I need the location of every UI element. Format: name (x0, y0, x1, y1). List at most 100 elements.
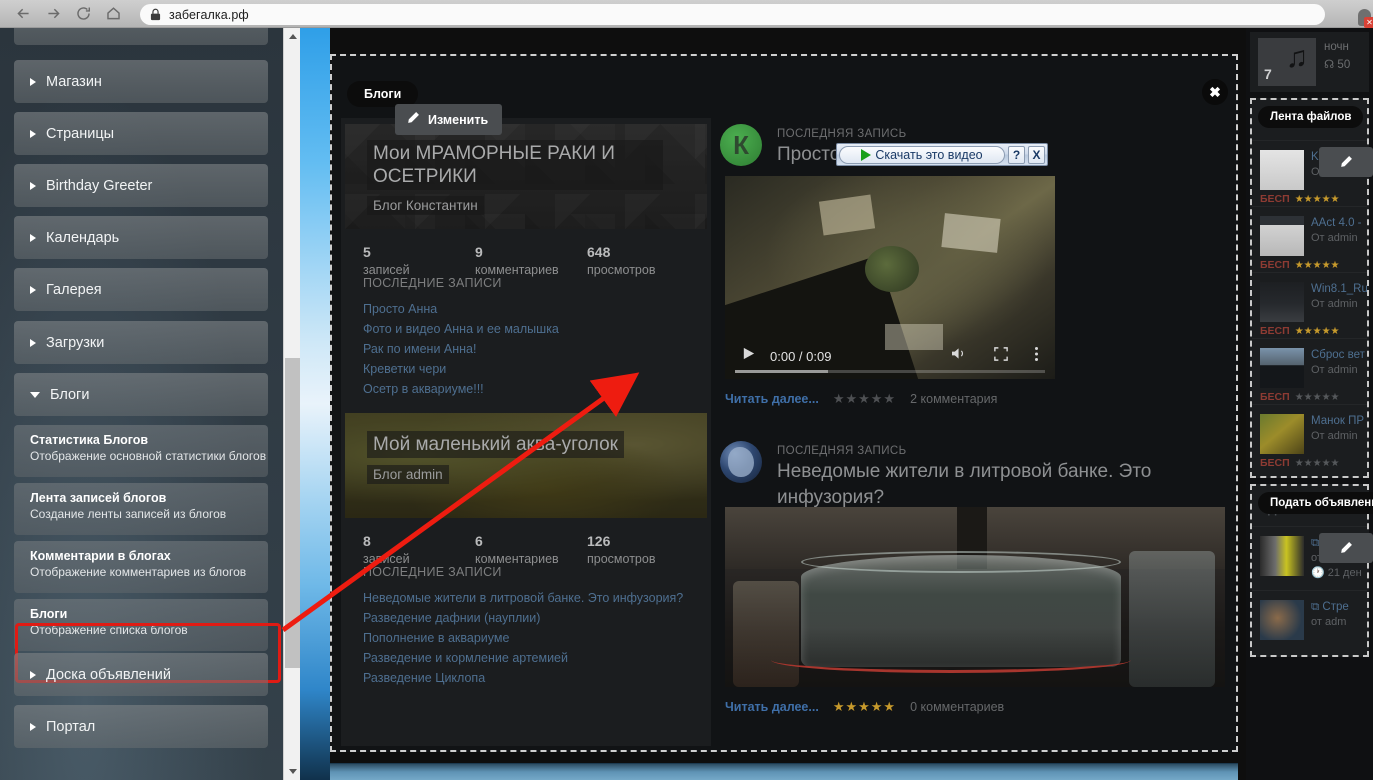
file-title[interactable]: Win8.1_Ru (1311, 282, 1367, 297)
blog-title: Мои МРАМОРНЫЕ РАКИ И ОСЕТРИКИ (367, 140, 663, 190)
post-ad-button[interactable]: Подать объявлени (1258, 492, 1373, 514)
file-item[interactable]: Манок ПР От admin (1252, 404, 1367, 463)
read-more-link[interactable]: Читать далее... (725, 700, 819, 714)
video-player[interactable]: 0:00 / 0:09 (725, 176, 1055, 379)
recent-post-link[interactable]: Разведение дафнии (науплии) (363, 608, 711, 628)
stat-label: просмотров (587, 263, 656, 277)
recent-post-link[interactable]: Осетр в аквариуме!!! (363, 379, 711, 399)
recent-post-link[interactable]: Рак по имени Анна! (363, 339, 711, 359)
stat-views: 126 просмотров (587, 532, 699, 568)
file-author: От admin (1311, 298, 1358, 310)
stat-label: записей (363, 263, 410, 277)
blog-card[interactable]: Мой маленький аква-уголок Блог admin 8 з… (341, 413, 711, 688)
scrollbar-down-arrow-icon[interactable] (284, 763, 301, 780)
post-image[interactable] (725, 507, 1232, 687)
posts-column: К ПОСЛЕДНЯЯ ЗАПИСЬ Просто Анна 0:00 / 0:… (715, 118, 1232, 746)
recent-post-link[interactable]: Разведение и кормление артемией (363, 648, 711, 668)
sidebar-subitem-blog-comments[interactable]: Комментарии в блогах Отображение коммент… (14, 541, 268, 593)
sidebar-item-clipped[interactable] (14, 28, 268, 45)
close-icon[interactable]: ✖ (1202, 79, 1228, 105)
reload-icon[interactable] (68, 0, 98, 28)
sidebar-item-blogs[interactable]: Блоги (14, 373, 268, 416)
extension-icon[interactable]: ✕ (1347, 2, 1373, 28)
rating-stars[interactable]: ★★★★★ (833, 699, 896, 715)
edit-tooltip[interactable] (1319, 147, 1373, 177)
sidebar-subitem-desc: Отображение списка блогов (30, 623, 188, 637)
scrollbar-thumb[interactable] (285, 358, 300, 668)
stat-value: 126 (587, 533, 611, 549)
sidebar-item-gallery[interactable]: Галерея (14, 268, 268, 311)
sidebar-item-portal[interactable]: Портал (14, 705, 268, 748)
roscosmos-banner[interactable]: Онлайн трансляции Роскосмоса (330, 763, 1238, 780)
recent-post-link[interactable]: Пополнение в аквариуме (363, 628, 711, 648)
video-controls[interactable]: 0:00 / 0:09 (725, 333, 1055, 379)
download-video-toolbar[interactable]: Скачать это видео ? X (836, 143, 1048, 166)
page-scrollbar[interactable] (283, 28, 300, 780)
music-count: 7 (1264, 66, 1272, 82)
forward-arrow-icon[interactable] (38, 0, 68, 28)
blog-banner: Мои МРАМОРНЫЕ РАКИ И ОСЕТРИКИ Блог Конст… (345, 124, 707, 229)
recent-post-link[interactable]: Фото и видео Анна и ее малышка (363, 319, 711, 339)
file-item[interactable]: AAct 4.0 - От admin (1252, 206, 1367, 265)
sidebar-subitem-blog-stats[interactable]: Статистика Блогов Отображение основной с… (14, 425, 268, 477)
sidebar-subitem-blog-feed[interactable]: Лента записей блогов Создание ленты запи… (14, 483, 268, 535)
volume-icon[interactable] (951, 346, 968, 366)
sidebar-item-downloads[interactable]: Загрузки (14, 321, 268, 364)
close-button[interactable]: X (1028, 145, 1045, 164)
file-item[interactable]: KRT От admin (1252, 140, 1373, 199)
download-video-button[interactable]: Скачать это видео (839, 145, 1005, 164)
fullscreen-icon[interactable] (994, 346, 1008, 366)
edit-tooltip[interactable]: Изменить (395, 104, 503, 135)
lock-icon (150, 8, 161, 21)
help-button[interactable]: ? (1008, 145, 1025, 164)
file-title[interactable]: Манок ПР (1311, 414, 1364, 429)
sidebar-subitem-blogs-list[interactable]: Блоги Отображение списка блогов (14, 599, 268, 651)
post-title[interactable]: Неведомые жители в литровой банке. Это и… (777, 459, 1227, 511)
music-thumbnail: ♫ 7 (1258, 38, 1316, 86)
back-arrow-icon[interactable] (8, 0, 38, 28)
file-title[interactable]: AAct 4.0 - (1311, 216, 1362, 231)
sidebar-item-pages[interactable]: Страницы (14, 112, 268, 155)
ad-item[interactable]: ⧉ Стре от adm (1252, 590, 1367, 649)
blog-card[interactable]: Мои МРАМОРНЫЕ РАКИ И ОСЕТРИКИ Блог Конст… (341, 124, 711, 399)
rating-stars[interactable]: ★★★★★ (833, 391, 896, 407)
comments-count[interactable]: 0 комментариев (910, 700, 1004, 714)
post-video[interactable]: 0:00 / 0:09 (725, 176, 1232, 379)
play-icon[interactable] (741, 346, 756, 366)
ad-title[interactable]: ⧉ Стре (1311, 600, 1349, 615)
sidebar-item-calendar[interactable]: Календарь (14, 216, 268, 259)
ad-thumbnail (1260, 600, 1304, 640)
address-bar[interactable]: забегалка.рф (140, 4, 1325, 25)
edit-tooltip[interactable] (1319, 533, 1373, 563)
recent-post-link[interactable]: Просто Анна (363, 299, 711, 319)
stat-label: комментариев (475, 263, 559, 277)
sidebar-item-shop[interactable]: Магазин (14, 60, 268, 103)
ad-thumbnail (1260, 536, 1304, 576)
chevron-right-icon (30, 722, 36, 731)
recent-post-link[interactable]: Креветки чери (363, 359, 711, 379)
more-vertical-icon[interactable] (1034, 346, 1039, 367)
browser-toolbar: забегалка.рф ✕ (0, 0, 1373, 28)
read-more-link[interactable]: Читать далее... (725, 392, 819, 406)
ad-author: от adm (1311, 616, 1347, 628)
file-item[interactable]: Сброс вет От admin (1252, 338, 1367, 397)
recent-post-link[interactable]: Неведомые жители в литровой банке. Это и… (363, 588, 711, 608)
home-icon[interactable] (98, 0, 128, 28)
left-menu-panel: Магазин Страницы Birthday Greeter Календ… (0, 28, 283, 780)
clock-icon: 🕐 (1311, 567, 1325, 579)
music-item[interactable]: ♫ 7 ночн ☊ 50 (1250, 32, 1369, 92)
sidebar-item-label: Доска объявлений (46, 666, 171, 683)
file-title[interactable]: Сброс вет (1311, 348, 1365, 363)
comments-count[interactable]: 2 комментария (910, 392, 997, 406)
ad-item[interactable]: ⧉ П от admin 🕐 21 ден (1252, 526, 1373, 590)
stat-value: 8 (363, 533, 371, 549)
scrollbar-up-arrow-icon[interactable] (284, 28, 301, 45)
post-header: ПОСЛЕДНЯЯ ЗАПИСЬ Неведомые жители в литр… (715, 435, 1232, 508)
file-item[interactable]: Win8.1_Ru От admin (1252, 272, 1367, 331)
sidebar-item-label: Галерея (46, 281, 102, 298)
video-progress-bar[interactable] (735, 370, 1045, 373)
sidebar-item-birthday-greeter[interactable]: Birthday Greeter (14, 164, 268, 207)
recent-post-link[interactable]: Разведение Циклопа (363, 668, 711, 688)
files-badge: Лента файлов (1258, 106, 1364, 128)
sidebar-item-classifieds[interactable]: Доска объявлений (14, 653, 268, 696)
